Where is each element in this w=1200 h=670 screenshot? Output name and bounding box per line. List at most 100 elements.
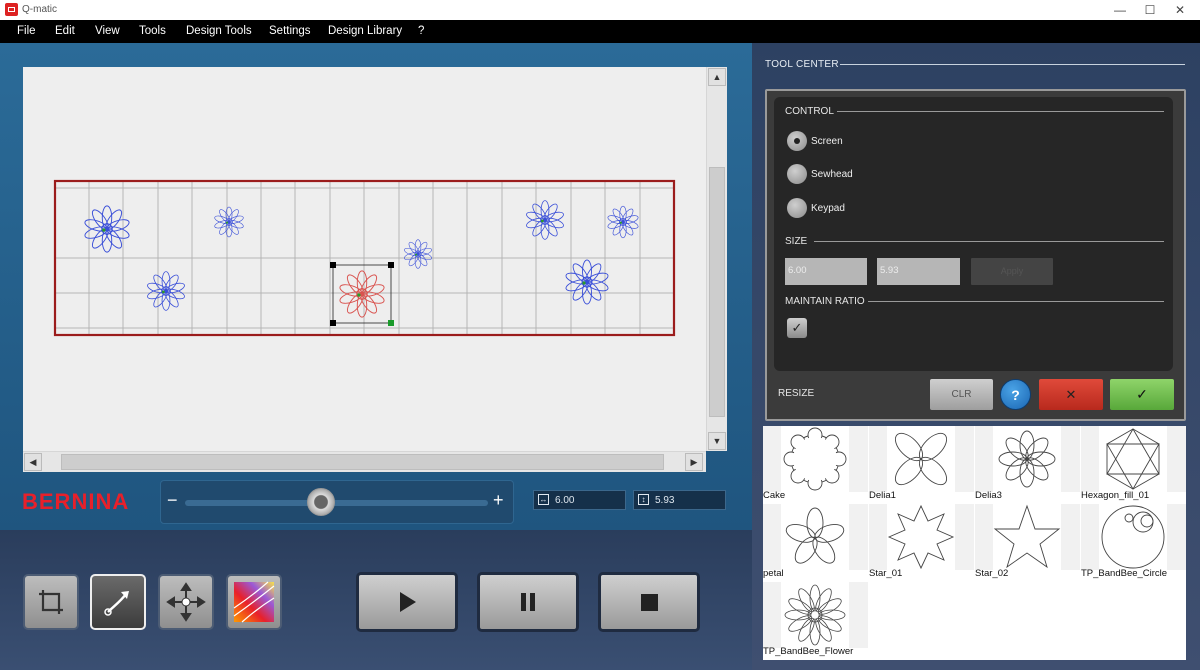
eight-point-star-icon xyxy=(887,504,955,570)
hexagon-star-icon xyxy=(1106,428,1160,490)
motif xyxy=(524,200,566,240)
design-library: Cake Delia1 Delia3 Hexagon_fill_01 petal… xyxy=(763,426,1186,660)
scroll-left-icon[interactable]: ◀ xyxy=(24,453,42,471)
scalloped-circle-icon xyxy=(783,427,847,491)
move-tool-button[interactable] xyxy=(158,574,214,630)
menu-file[interactable]: File xyxy=(17,25,36,37)
motif xyxy=(403,239,433,269)
radio-screen[interactable] xyxy=(787,131,807,151)
library-item-delia3[interactable]: Delia3 xyxy=(975,426,1080,504)
resize-handle xyxy=(330,320,336,326)
library-item-label: TP_BandBee_Flower xyxy=(763,646,854,657)
menu-design-library[interactable]: Design Library xyxy=(328,25,402,37)
selected-motif[interactable] xyxy=(330,262,394,326)
move-arrows-icon xyxy=(166,582,206,622)
play-button[interactable] xyxy=(356,572,458,632)
library-item-tp-bandbee-circle[interactable]: TP_BandBee_Circle xyxy=(1081,504,1186,582)
radio-keypad[interactable] xyxy=(787,198,807,218)
four-petal-flower-icon xyxy=(894,432,948,486)
scroll-down-icon[interactable]: ▼ xyxy=(708,432,726,450)
library-item-label: Cake xyxy=(763,490,786,501)
minimize-icon[interactable]: — xyxy=(1112,2,1128,18)
zoom-slider[interactable]: − + xyxy=(160,480,514,524)
ok-button[interactable]: ✓ xyxy=(1110,379,1174,410)
width-readout: ↔ 6.00 xyxy=(533,490,626,510)
vertical-scroll-thumb[interactable] xyxy=(709,167,725,417)
height-icon: ↕ xyxy=(638,494,649,505)
library-item-hexagon-fill-01[interactable]: Hexagon_fill_01 xyxy=(1081,426,1186,504)
apply-button[interactable]: Apply xyxy=(971,258,1053,285)
library-item-label: Delia3 xyxy=(975,490,1002,501)
resize-handle xyxy=(330,262,336,268)
library-item-label: Star_01 xyxy=(869,568,903,579)
menu-bar: File Edit View Tools Design Tools Settin… xyxy=(0,20,1200,43)
zoom-track[interactable] xyxy=(185,500,488,506)
divider xyxy=(814,241,1164,242)
menu-edit[interactable]: Edit xyxy=(55,25,75,37)
pause-icon xyxy=(521,593,535,611)
quilt-grid xyxy=(55,181,674,335)
library-item-label: Delia1 xyxy=(869,490,896,501)
library-item-tp-bandbee-flower[interactable]: TP_BandBee_Flower xyxy=(763,582,868,660)
height-readout: ↕ 5.93 xyxy=(633,490,726,510)
title-bar: Q-matic — ☐ ✕ xyxy=(0,0,1200,20)
radio-screen-label: Screen xyxy=(811,136,843,147)
size-width-input[interactable]: 6.00 xyxy=(785,258,867,285)
divider xyxy=(840,64,1185,65)
divider xyxy=(837,111,1164,112)
radio-sewhead[interactable] xyxy=(787,164,807,184)
quilt-layout xyxy=(53,179,676,337)
library-item-delia1[interactable]: Delia1 xyxy=(869,426,974,504)
resize-handle xyxy=(388,320,394,326)
five-point-star-icon xyxy=(993,504,1061,569)
scroll-right-icon[interactable]: ▶ xyxy=(685,453,703,471)
motif xyxy=(606,205,640,239)
help-button[interactable]: ? xyxy=(1000,379,1031,410)
color-fill-button[interactable] xyxy=(226,574,282,630)
crop-tool-button[interactable] xyxy=(23,574,79,630)
design-canvas[interactable] xyxy=(23,67,706,451)
library-item-cake[interactable]: Cake xyxy=(763,426,868,504)
stop-button[interactable] xyxy=(598,572,700,632)
menu-settings[interactable]: Settings xyxy=(269,25,311,37)
five-petal-flower-icon xyxy=(785,507,845,564)
maintain-ratio-checkbox[interactable]: ✓ xyxy=(787,318,807,338)
path-tool-button[interactable] xyxy=(90,574,146,630)
menu-help[interactable]: ? xyxy=(418,25,424,37)
library-item-label: petal xyxy=(763,568,784,579)
size-height-input[interactable]: 5.93 xyxy=(877,258,960,285)
path-arrow-icon xyxy=(104,591,129,616)
play-icon xyxy=(400,592,416,612)
window-title: Q-matic xyxy=(22,4,57,15)
zoom-knob[interactable] xyxy=(307,488,335,516)
width-icon: ↔ xyxy=(538,494,549,505)
library-item-petal[interactable]: petal xyxy=(763,504,868,582)
close-icon[interactable]: ✕ xyxy=(1172,2,1188,18)
clear-button[interactable]: CLR xyxy=(930,379,993,410)
vertical-scrollbar[interactable]: ▲ ▼ xyxy=(706,67,727,451)
zoom-in-icon[interactable]: + xyxy=(493,490,504,511)
radio-keypad-label: Keypad xyxy=(811,203,845,214)
menu-design-tools[interactable]: Design Tools xyxy=(186,25,252,37)
maximize-icon[interactable]: ☐ xyxy=(1142,2,1158,18)
library-item-label: Hexagon_fill_01 xyxy=(1081,490,1150,501)
scroll-up-icon[interactable]: ▲ xyxy=(708,68,726,86)
motif xyxy=(145,271,187,311)
radio-sewhead-label: Sewhead xyxy=(811,169,853,180)
maintain-ratio-label: MAINTAIN RATIO xyxy=(785,296,865,307)
stop-icon xyxy=(641,594,658,611)
menu-tools[interactable]: Tools xyxy=(139,25,166,37)
library-item-star-02[interactable]: Star_02 xyxy=(975,504,1080,582)
motif xyxy=(213,206,245,238)
library-item-star-01[interactable]: Star_01 xyxy=(869,504,974,582)
size-label: SIZE xyxy=(785,236,808,247)
menu-view[interactable]: View xyxy=(95,25,120,37)
horizontal-scroll-thumb[interactable] xyxy=(61,454,664,470)
cancel-button[interactable]: ✕ xyxy=(1039,379,1103,410)
resize-label: RESIZE xyxy=(778,388,815,399)
pause-button[interactable] xyxy=(477,572,579,632)
zoom-out-icon[interactable]: − xyxy=(167,490,178,511)
crop-icon xyxy=(39,590,63,614)
horizontal-scrollbar[interactable]: ◀ ▶ xyxy=(23,451,706,472)
gradient-pattern-icon xyxy=(233,581,275,623)
